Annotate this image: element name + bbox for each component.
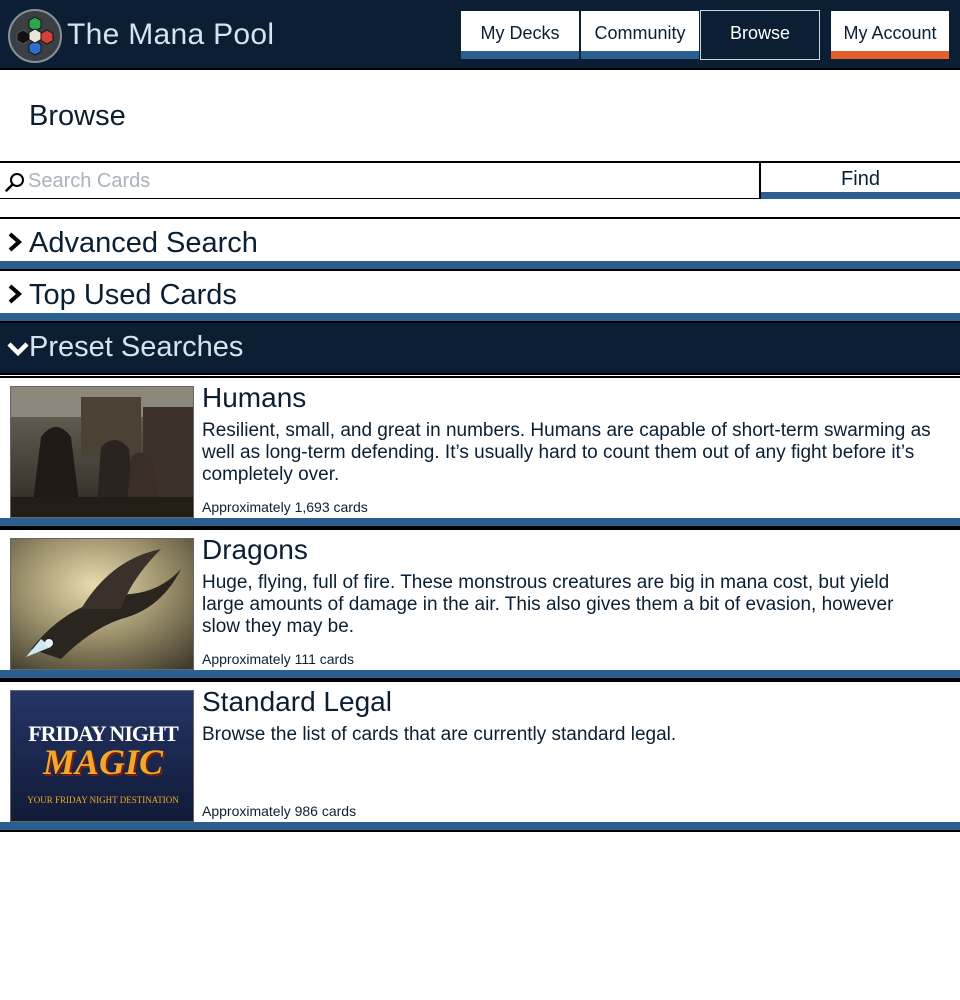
humans-art-image bbox=[10, 386, 194, 518]
chevron-down-icon bbox=[7, 342, 29, 357]
section-underline bbox=[0, 261, 960, 269]
search-icon bbox=[5, 173, 24, 192]
preset-name: Humans bbox=[202, 382, 307, 413]
chevron-right-icon bbox=[8, 232, 23, 252]
nav-underline bbox=[581, 51, 699, 59]
nav-browse-button[interactable]: Browse bbox=[700, 10, 820, 60]
nav-my-account-button[interactable]: My Account bbox=[830, 10, 950, 60]
fnm-line2: MAGIC bbox=[42, 742, 164, 782]
preset-underline bbox=[0, 670, 960, 680]
preset-item-humans[interactable]: Humans Resilient, small, and great in nu… bbox=[0, 376, 960, 528]
nav-label: Community bbox=[594, 23, 686, 43]
nav-my-decks-button[interactable]: My Decks bbox=[460, 10, 580, 60]
search-input[interactable] bbox=[28, 167, 748, 195]
find-underline bbox=[761, 192, 960, 199]
nav-label: Browse bbox=[729, 23, 791, 43]
nav-community-button[interactable]: Community bbox=[580, 10, 700, 60]
preset-name: Standard Legal bbox=[202, 686, 392, 717]
search-bar bbox=[0, 161, 760, 199]
preset-card-count: Approximately 1,693 cards bbox=[202, 499, 368, 515]
chevron-right-icon bbox=[8, 284, 23, 304]
preset-description: Resilient, small, and great in numbers. … bbox=[202, 420, 931, 485]
friday-night-magic-image: FRIDAY NIGHT MAGIC YOUR FRIDAY NIGHT DES… bbox=[10, 690, 194, 822]
preset-card-count: Approximately 111 cards bbox=[202, 651, 354, 667]
section-underline bbox=[0, 313, 960, 321]
preset-name: Dragons bbox=[202, 534, 308, 565]
app-title[interactable]: The Mana Pool bbox=[67, 18, 274, 52]
advanced-search-label: Advanced Search bbox=[29, 227, 258, 259]
page-title: Browse bbox=[29, 100, 126, 132]
nav-underline bbox=[461, 51, 579, 59]
find-button[interactable]: Find bbox=[760, 161, 960, 199]
nav-label: My Decks bbox=[480, 23, 560, 43]
nav-underline bbox=[831, 51, 949, 59]
preset-searches-toggle[interactable]: Preset Searches bbox=[0, 321, 960, 375]
top-used-cards-label: Top Used Cards bbox=[29, 279, 237, 311]
mana-hexagon-logo-icon[interactable] bbox=[8, 9, 62, 63]
preset-item-standard-legal[interactable]: FRIDAY NIGHT MAGIC YOUR FRIDAY NIGHT DES… bbox=[0, 680, 960, 832]
preset-item-dragons[interactable]: Dragons Huge, flying, full of fire. Thes… bbox=[0, 528, 960, 680]
fnm-line3: YOUR FRIDAY NIGHT DESTINATION bbox=[27, 795, 179, 805]
top-header: The Mana Pool My Decks Community Browse … bbox=[0, 0, 960, 70]
preset-underline bbox=[0, 518, 960, 528]
dragons-art-image bbox=[10, 538, 194, 670]
preset-card-count: Approximately 986 cards bbox=[202, 803, 357, 819]
nav-label: My Account bbox=[843, 23, 937, 43]
top-used-cards-toggle[interactable]: Top Used Cards bbox=[0, 269, 960, 321]
preset-description: Huge, flying, full of fire. These monstr… bbox=[202, 572, 894, 637]
preset-description: Browse the list of cards that are curren… bbox=[202, 724, 677, 745]
preset-searches-label: Preset Searches bbox=[29, 331, 244, 363]
find-label: Find bbox=[841, 168, 880, 190]
preset-underline bbox=[0, 822, 960, 832]
advanced-search-toggle[interactable]: Advanced Search bbox=[0, 217, 960, 269]
